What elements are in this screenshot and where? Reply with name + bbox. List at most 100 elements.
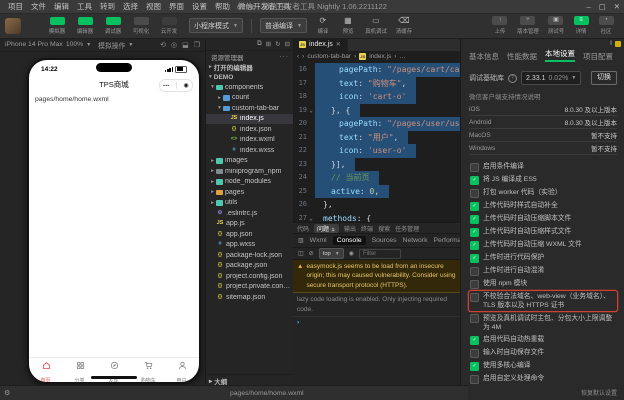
checkbox[interactable]: ✓: [470, 201, 479, 211]
checkbox[interactable]: [470, 162, 479, 172]
option-打包 worker 代码[interactable]: 打包 worker 代码（实验）: [469, 187, 617, 199]
checkbox[interactable]: [470, 292, 479, 302]
tree-item-package-lock.json[interactable]: {} package-lock.json: [206, 250, 294, 261]
panel-tab-终端[interactable]: 终端: [361, 224, 373, 233]
option-输入时自动保存文件[interactable]: 输入时自动保存文件: [469, 347, 617, 359]
action-版本管理[interactable]: ⑂ 版本管理: [516, 16, 540, 35]
checkbox[interactable]: ✓: [470, 335, 479, 345]
breadcrumb-part[interactable]: …: [399, 53, 406, 60]
float-window-icon[interactable]: ❐: [194, 41, 200, 49]
close-button[interactable]: ✕: [614, 2, 620, 11]
tabbar-item-分类[interactable]: 分类: [63, 357, 97, 382]
menu-视图[interactable]: 视图: [142, 1, 165, 12]
tree-item-.eslintrc.js[interactable]: ⚙ .eslintrc.js: [206, 208, 294, 219]
clear-console-icon[interactable]: ⊘: [309, 250, 314, 257]
toggle-可视化[interactable]: 可视化: [129, 16, 153, 35]
breadcrumb-part[interactable]: custom-tab-bar: [307, 53, 351, 60]
menu-界面[interactable]: 界面: [165, 1, 188, 12]
panel-tab-代码[interactable]: 代码: [297, 224, 309, 233]
more-icon[interactable]: •••: [163, 83, 169, 88]
menu-帮助[interactable]: 帮助: [211, 1, 234, 12]
code-editor[interactable]: 16 pagePath: "/pages/cart/cart 17 text: "购物…: [293, 61, 460, 222]
tree-item-index.json[interactable]: {} index.json: [206, 124, 294, 135]
refresh-icon[interactable]: ↻: [275, 40, 280, 48]
nav-forward-icon[interactable]: ›: [302, 53, 304, 60]
checkbox[interactable]: ✓: [470, 253, 479, 263]
checkbox[interactable]: [470, 374, 479, 384]
device-select[interactable]: iPhone 14 Pro Max: [5, 41, 63, 48]
option-预览及真机调试时主包、分[interactable]: 预览及真机调试时主包、分包大小上限调整为 4M: [469, 313, 617, 333]
tree-item-miniprogram_npm[interactable]: ▸ miniprogram_npm: [206, 166, 294, 177]
devtools-tab-Network[interactable]: Network: [403, 237, 428, 244]
panel-tab-搜索[interactable]: 搜索: [378, 224, 390, 233]
tree-item-utils[interactable]: ▸ utils: [206, 198, 294, 209]
tree-item-package.json[interactable]: {} package.json: [206, 261, 294, 272]
option-上传代码时自动压缩 WX[interactable]: ✓ 上传代码时自动压缩 WXML 文件: [469, 239, 617, 251]
tree-item-project.config.json[interactable]: {} project.config.json: [206, 271, 294, 282]
checkbox[interactable]: [470, 348, 479, 358]
info-icon[interactable]: ?: [508, 73, 517, 83]
settings-gear-icon[interactable]: ⚙: [4, 389, 10, 397]
option-上传时进行代码保护[interactable]: ✓ 上传时进行代码保护: [469, 252, 617, 264]
exit-icon[interactable]: ◉: [183, 82, 188, 89]
devtools-tab-Wxml[interactable]: Wxml: [310, 237, 327, 244]
option-使用多核心编译[interactable]: ✓ 使用多核心编译: [469, 360, 617, 372]
context-select[interactable]: top ▼: [318, 248, 344, 259]
detail-tab-性能数据[interactable]: 性能数据: [507, 51, 537, 62]
action-测试号[interactable]: ▣ 测试号: [547, 16, 565, 35]
tree-item-index.wxss[interactable]: # index.wxss: [206, 145, 294, 156]
sidebar-toggle-icon[interactable]: ◫: [298, 250, 304, 257]
switch-library-button[interactable]: 切换: [591, 71, 617, 85]
checkbox[interactable]: [470, 266, 479, 276]
eye-icon[interactable]: ◉: [349, 250, 354, 257]
checkbox[interactable]: ✓: [470, 214, 479, 224]
menu-编辑[interactable]: 编辑: [50, 1, 73, 12]
new-file-icon[interactable]: ⧉: [257, 40, 262, 48]
menu-项目[interactable]: 项目: [4, 1, 27, 12]
menu-工具[interactable]: 工具: [73, 1, 96, 12]
tree-item-sitemap.json[interactable]: {} sitemap.json: [206, 292, 294, 303]
maximize-button[interactable]: ▢: [599, 2, 606, 11]
action-详情[interactable]: ≡ 详情: [572, 16, 590, 35]
tree-item-app.json[interactable]: {} app.json: [206, 229, 294, 240]
tabbar-item-购物车[interactable]: 购物车: [131, 357, 165, 382]
reset-defaults-link[interactable]: 恢复默认设置: [469, 385, 617, 400]
more-actions-icon[interactable]: ···: [280, 53, 290, 60]
fold-icon[interactable]: ⌄: [307, 212, 315, 223]
library-version-select[interactable]: 2.33.1 0.02% ▼: [521, 71, 582, 85]
option-上传代码时自动压缩样式文[interactable]: ✓ 上传代码时自动压缩样式文件: [469, 226, 617, 238]
tabbar-item-发现[interactable]: 发现: [97, 357, 131, 382]
compile-select[interactable]: 普通编译 ▼: [259, 18, 307, 33]
toggle-模拟器[interactable]: 模拟器: [45, 16, 69, 35]
simulate-select[interactable]: 模拟操作: [98, 40, 125, 50]
action-社区[interactable]: ◔ 社区: [597, 16, 615, 35]
detail-tab-基本信息[interactable]: 基本信息: [469, 51, 499, 62]
tabbar-item-用户[interactable]: 用户: [165, 357, 199, 382]
tree-item-app.js[interactable]: JS app.js: [206, 219, 294, 230]
devtools-tab-Console[interactable]: Console: [332, 236, 366, 245]
open-editors-section[interactable]: ▸ 打开的编辑器: [206, 62, 294, 72]
rotate-icon[interactable]: ⟲: [160, 41, 166, 49]
tabbar-item-首页[interactable]: 首页: [29, 357, 63, 382]
checkbox[interactable]: ✓: [470, 361, 479, 371]
breadcrumb-part[interactable]: index.js: [369, 53, 391, 60]
checkbox[interactable]: ✓: [470, 175, 479, 185]
detail-tab-本地设置[interactable]: 本地设置: [545, 48, 575, 62]
action-预览[interactable]: ▦ 预览: [339, 16, 357, 35]
devtools-tab-Performance[interactable]: Performance: [433, 237, 460, 244]
option-不校验合法域名、web-[interactable]: 不校验合法域名、web-view（业务域名）、TLS 版本以及 HTTPS 证书: [469, 291, 617, 311]
toggle-编辑器[interactable]: 编辑器: [73, 16, 97, 35]
scale-select[interactable]: 100%: [66, 41, 83, 48]
tree-item-node_modules[interactable]: ▸ node_modules: [206, 177, 294, 188]
project-root[interactable]: ▾ DEMO: [206, 72, 294, 82]
menu-文件[interactable]: 文件: [27, 1, 50, 12]
tree-item-index.wxml[interactable]: <> index.wxml: [206, 135, 294, 146]
filter-input[interactable]: Filter: [358, 248, 401, 259]
tree-item-images[interactable]: ▸ images: [206, 156, 294, 167]
option-使用 npm 模块[interactable]: 使用 npm 模块: [469, 278, 617, 290]
menu-选择[interactable]: 选择: [119, 1, 142, 12]
checkbox[interactable]: [470, 188, 479, 198]
panel-tab-输出[interactable]: 输出: [344, 224, 356, 233]
checkbox[interactable]: [470, 279, 479, 289]
tree-item-custom-tab-bar[interactable]: ▾ custom-tab-bar: [206, 103, 294, 114]
